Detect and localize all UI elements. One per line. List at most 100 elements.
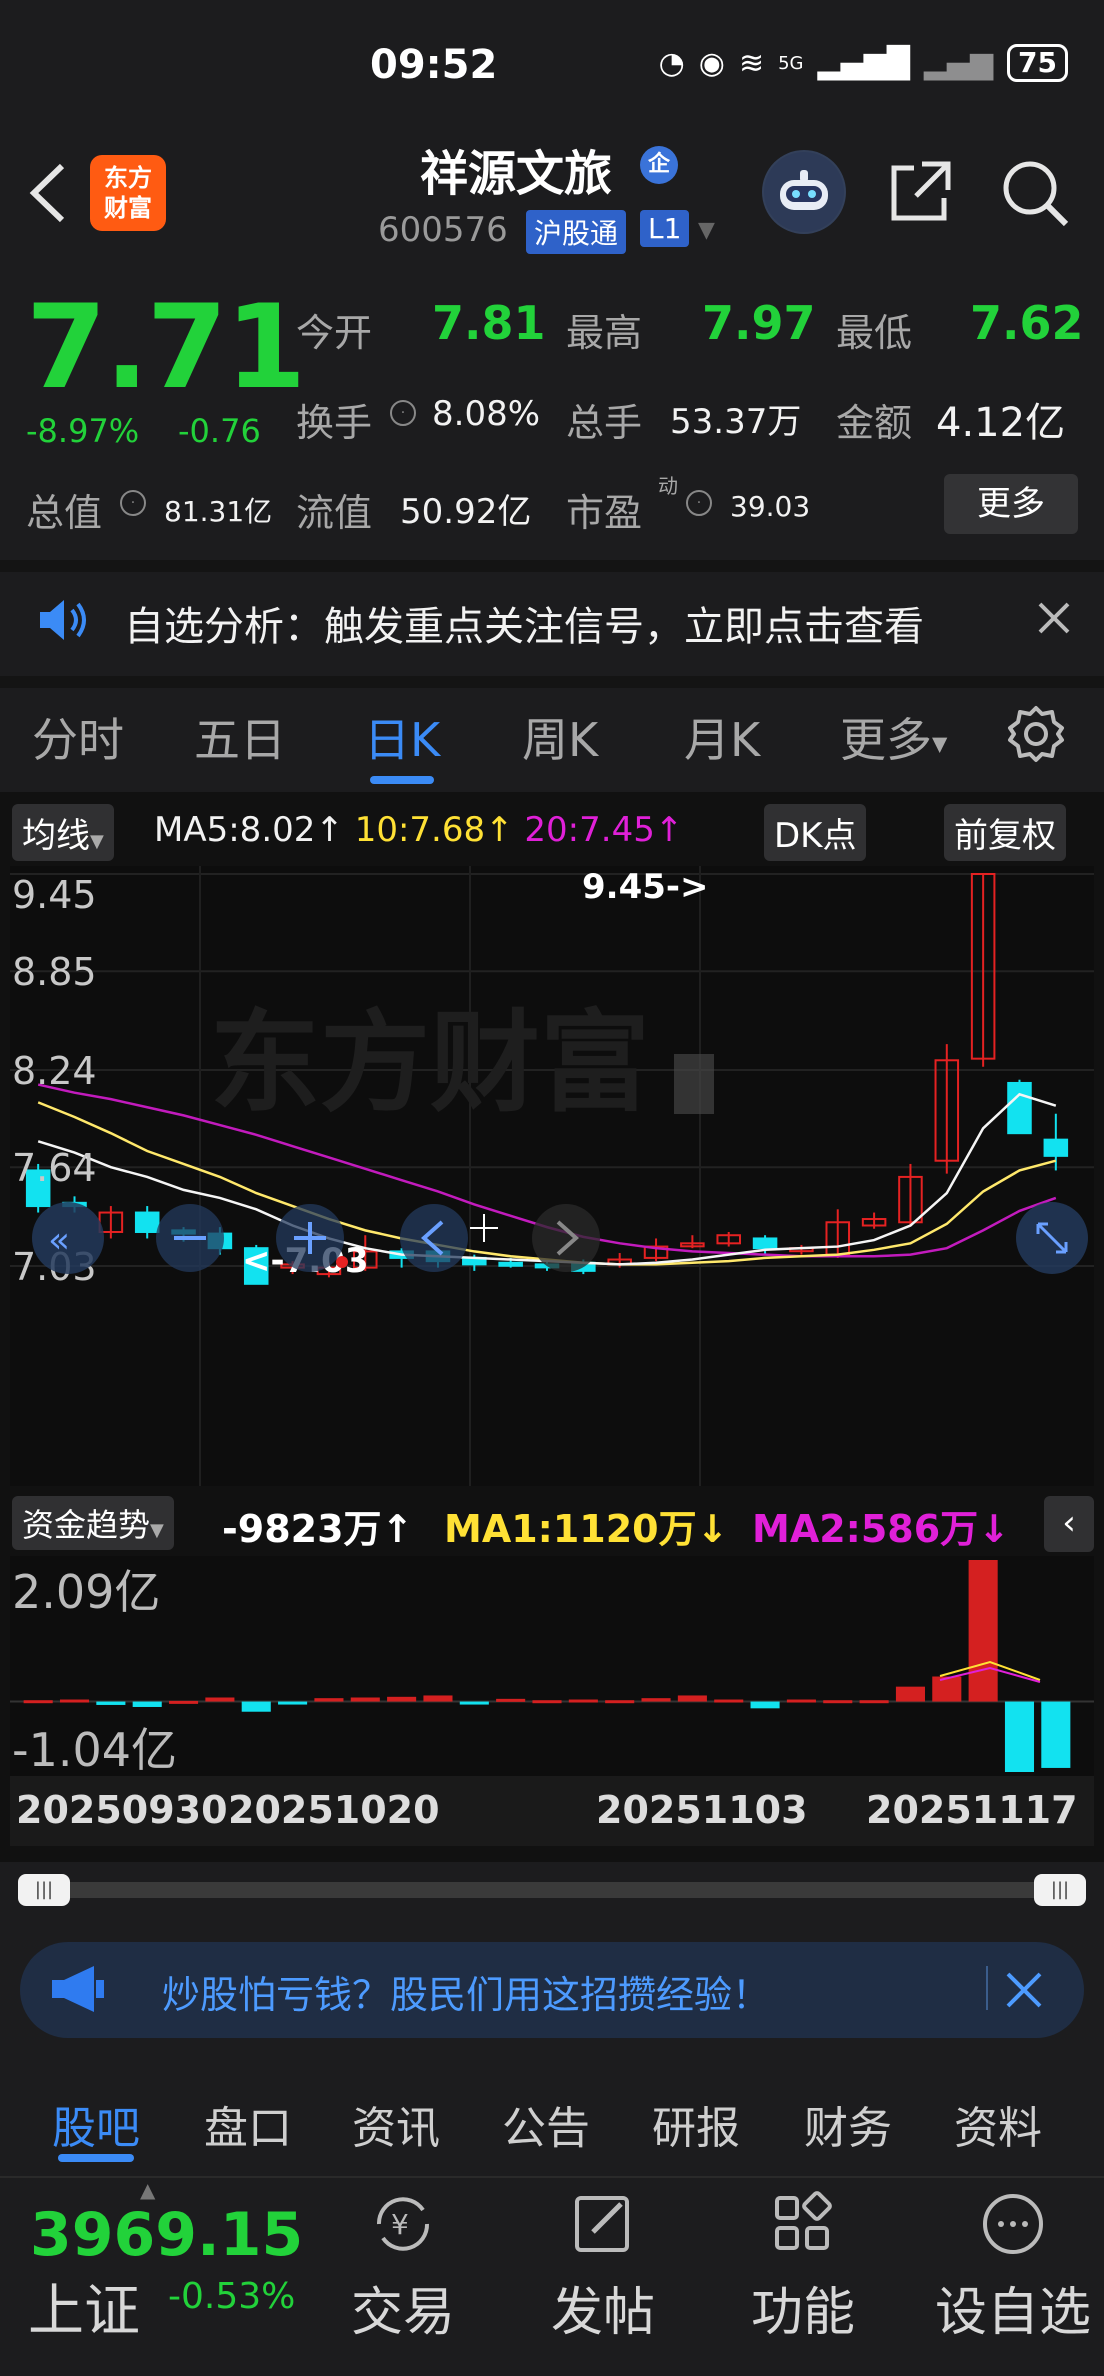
tab-daily-k[interactable]: 日K xyxy=(364,704,440,770)
zoom-in-icon[interactable] xyxy=(276,1204,344,1272)
nav-trade[interactable]: ¥ 交易 xyxy=(328,2190,478,2345)
date-label: 20251103 xyxy=(596,1788,808,1832)
max-marker: 9.45-> xyxy=(582,867,709,907)
zoom-out-icon[interactable] xyxy=(156,1204,224,1272)
range-handle-right[interactable]: ||| xyxy=(1034,1874,1086,1906)
tab-intraday[interactable]: 分时 xyxy=(32,704,124,770)
flow-bar xyxy=(23,1700,53,1704)
index-value[interactable]: 3969.15 xyxy=(30,2200,303,2270)
tab-weekly-k[interactable]: 周K xyxy=(522,704,598,770)
tab-five-day[interactable]: 五日 xyxy=(194,704,286,770)
kline-chart[interactable]: 东方财富 9.458.858.247.647.03 9.45-> <-7.03 … xyxy=(10,866,1094,1486)
float-cap-value: 50.92亿 xyxy=(400,492,532,532)
close-icon[interactable] xyxy=(1030,594,1078,642)
tab-news[interactable]: 资讯 xyxy=(352,2092,440,2156)
flow-bar xyxy=(605,1700,635,1704)
ad-text[interactable]: 炒股怕亏钱？股民们用这招攒经验！ xyxy=(162,1964,770,2019)
nav-apps-label: 功能 xyxy=(750,2283,855,2343)
candle-body xyxy=(1007,1081,1032,1135)
ma20-value: 20:7.45↑ xyxy=(524,810,684,850)
tab-guba[interactable]: 股吧 xyxy=(52,2092,140,2156)
eye-icon: ◉ xyxy=(698,45,725,81)
tab-pankou[interactable]: 盘口 xyxy=(204,2092,292,2156)
indicator-selector[interactable]: 资金趋势▼ xyxy=(12,1496,174,1550)
turnover-value: 8.08% xyxy=(432,394,541,434)
svg-text:«: « xyxy=(48,1220,70,1261)
megaphone-icon xyxy=(52,1966,104,2012)
search-icon[interactable] xyxy=(1000,158,1070,228)
turnover-info-icon[interactable]: · xyxy=(390,400,416,426)
next-icon[interactable] xyxy=(532,1204,600,1272)
index-name[interactable]: 上证 xyxy=(28,2266,140,2347)
flow-bar xyxy=(459,1701,489,1705)
flow-bar xyxy=(932,1676,962,1702)
tab-announcements[interactable]: 公告 xyxy=(502,2092,590,2156)
sub-y-bottom: -1.04亿 xyxy=(12,1723,177,1776)
flow-bar xyxy=(641,1698,671,1702)
notice-text[interactable]: 自选分析：触发重点关注信号，立即点击查看 xyxy=(124,594,924,652)
min-dot xyxy=(336,1256,348,1268)
pe-dynamic-mark: 动 xyxy=(658,474,678,498)
date-label: 20251020 xyxy=(228,1788,440,1832)
tab-research[interactable]: 研报 xyxy=(652,2092,740,2156)
flow-bar xyxy=(96,1701,126,1705)
low-label: 最低 xyxy=(836,311,913,355)
fullscreen-icon[interactable] xyxy=(1016,1202,1088,1274)
flow-bar xyxy=(532,1700,562,1704)
flow-bar xyxy=(568,1699,598,1703)
ma-legend: MA5:8.02↑ 10:7.68↑ 20:7.45↑ xyxy=(154,810,683,850)
gear-icon[interactable] xyxy=(1006,704,1066,764)
network-label: 5G xyxy=(778,52,804,74)
flow-bar xyxy=(241,1701,271,1712)
fund-flow-chart[interactable]: 2.09亿 -1.04亿 xyxy=(10,1556,1094,1776)
close-icon[interactable] xyxy=(1004,1970,1044,2010)
scroll-left-icon[interactable]: « xyxy=(32,1202,104,1274)
crosshair-icon xyxy=(470,1214,498,1242)
chevron-up-icon[interactable]: ▲ xyxy=(140,2178,155,2202)
tab-finance[interactable]: 财务 xyxy=(804,2092,892,2156)
adjust-button[interactable]: 前复权 xyxy=(944,804,1066,861)
range-scrollbar[interactable] xyxy=(20,1882,1084,1898)
flow-bar xyxy=(59,1699,90,1703)
chevron-down-icon: ▼ xyxy=(90,831,104,852)
collapse-icon[interactable]: ‹ xyxy=(1044,1496,1094,1552)
index-change-pct[interactable]: -0.53% xyxy=(168,2276,295,2317)
back-icon[interactable] xyxy=(26,158,70,228)
stock-code: 600576 xyxy=(378,210,508,250)
nav-apps[interactable]: 功能 xyxy=(728,2190,878,2345)
date-axis: 20250930 20251020 20251103 20251117 xyxy=(10,1776,1094,1846)
flow-bar xyxy=(677,1695,707,1702)
flow-bar xyxy=(169,1700,199,1704)
flow-bars xyxy=(23,1560,1071,1772)
volume-value: 53.37万 xyxy=(670,402,802,442)
ma-selector[interactable]: 均线▼ xyxy=(12,804,114,861)
watermark: 东方财富 xyxy=(210,999,650,1127)
tab-monthly-k[interactable]: 月K xyxy=(684,704,760,770)
fund-flow-value: -9823万↑ xyxy=(222,1507,414,1551)
flow-bar xyxy=(1041,1701,1071,1768)
tab-profile[interactable]: 资料 xyxy=(954,2092,1042,2156)
y-axis-label: 8.24 xyxy=(12,1049,97,1093)
corp-badge: 企 xyxy=(640,146,678,184)
tab-more[interactable]: 更多▼ xyxy=(840,704,947,770)
high-label: 最高 xyxy=(566,311,643,355)
assistant-robot-icon[interactable] xyxy=(762,150,846,234)
divider xyxy=(986,1966,988,2010)
pe-info-icon[interactable]: · xyxy=(686,490,712,516)
more-quote-button[interactable]: 更多 xyxy=(944,474,1078,534)
chevron-down-icon[interactable]: ▼ xyxy=(698,218,715,243)
y-axis-label: 7.64 xyxy=(12,1146,97,1190)
nav-add-watchlist-label: 设自选 xyxy=(934,2283,1091,2343)
svg-text:¥: ¥ xyxy=(391,2208,409,2241)
level-badge: L1 xyxy=(640,210,690,247)
dk-button[interactable]: DK点 xyxy=(764,804,867,861)
share-icon[interactable] xyxy=(888,158,954,224)
nav-add-watchlist[interactable]: 设自选 xyxy=(928,2190,1098,2345)
price-cursor-box xyxy=(674,1054,714,1114)
add-watchlist-icon xyxy=(983,2194,1043,2254)
prev-icon[interactable] xyxy=(400,1204,468,1272)
range-handle-left[interactable]: ||| xyxy=(18,1874,70,1906)
nav-post[interactable]: 发帖 xyxy=(528,2190,678,2345)
app-logo[interactable]: 东方财富 xyxy=(90,155,166,231)
market-cap-info-icon[interactable]: · xyxy=(120,490,146,516)
